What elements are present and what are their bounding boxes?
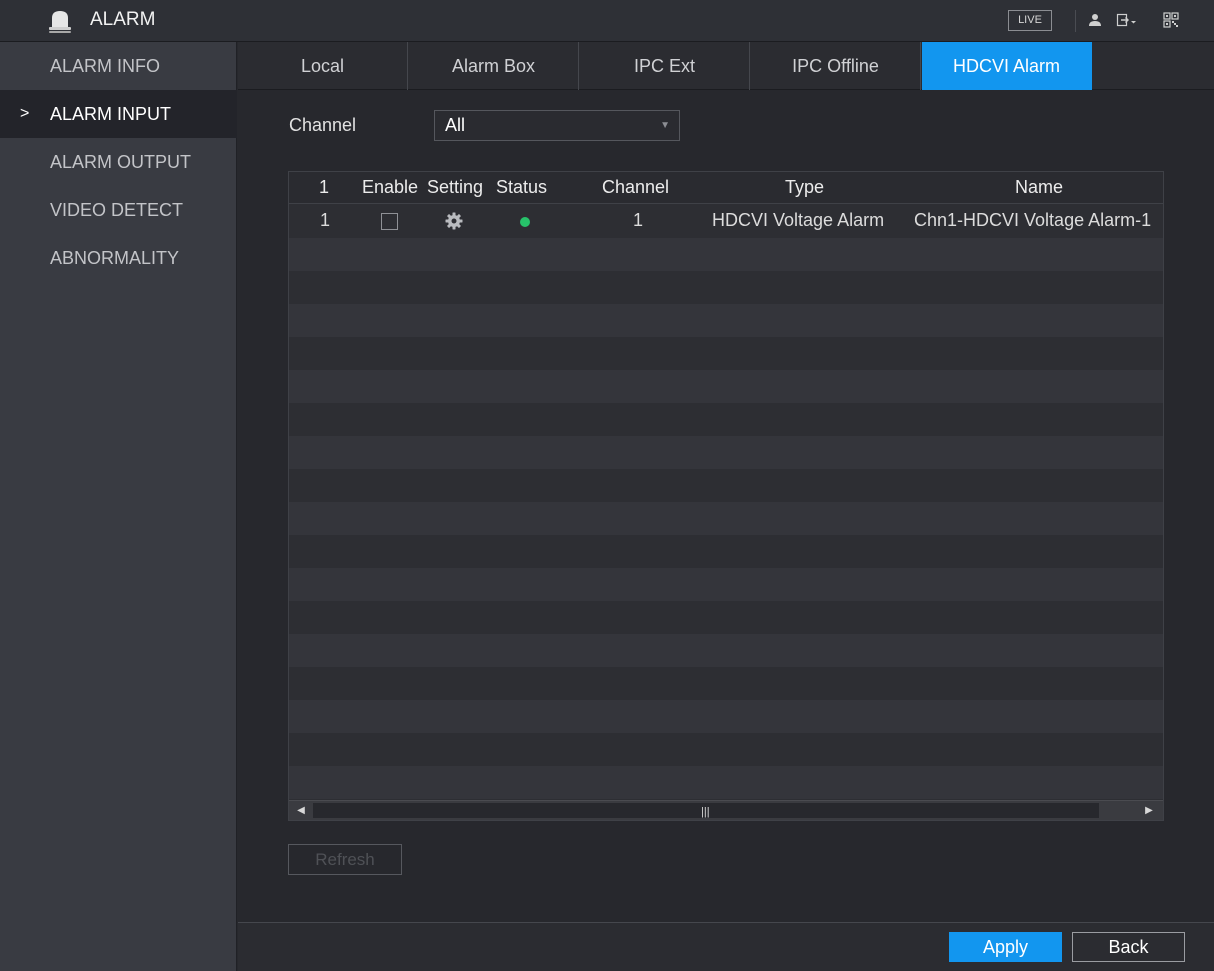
refresh-button[interactable]: Refresh — [288, 844, 402, 875]
table-row-empty — [289, 436, 1163, 469]
apply-button[interactable]: Apply — [949, 932, 1062, 962]
tab-local[interactable]: Local — [238, 42, 408, 90]
back-button[interactable]: Back — [1072, 932, 1185, 962]
enable-checkbox[interactable] — [381, 213, 398, 230]
channel-label: Channel — [289, 115, 357, 135]
live-button[interactable]: LIVE — [1008, 10, 1052, 31]
table-row-empty — [289, 766, 1163, 799]
column-header-type: Type — [785, 177, 825, 197]
title-bar: ALARM LIVE — [0, 0, 1214, 42]
tab-alarm-box[interactable]: Alarm Box — [409, 42, 579, 90]
sidebar-item-video-detect[interactable]: VIDEO DETECT — [0, 186, 237, 234]
row-channel: 1 — [633, 210, 644, 230]
sidebar-item-label: ALARM OUTPUT — [50, 152, 192, 172]
sidebar-item-abnormality[interactable]: ABNORMALITY — [0, 234, 237, 282]
toolbar-divider — [1075, 10, 1076, 32]
tab-ipc-ext[interactable]: IPC Ext — [580, 42, 750, 90]
tab-ipc-offline[interactable]: IPC Offline — [751, 42, 921, 90]
column-header-setting: Setting — [427, 177, 484, 197]
chevron-down-icon: ▼ — [660, 120, 670, 131]
row-name: Chn1-HDCVI Voltage Alarm-1 — [914, 210, 1152, 230]
table-row-empty — [289, 601, 1163, 634]
channel-select-value: All — [445, 115, 466, 135]
sidebar-item-label: ABNORMALITY — [50, 248, 180, 268]
scroll-right-icon[interactable]: ▶ — [1139, 802, 1159, 819]
table-row-empty — [289, 733, 1163, 766]
table-header: 1 Enable Setting Status Channel Type Nam… — [289, 172, 1163, 204]
sidebar-item-label: ALARM INFO — [50, 56, 161, 76]
scroll-left-icon[interactable]: ◀ — [291, 802, 311, 819]
status-indicator — [520, 217, 530, 227]
table-row-empty — [289, 568, 1163, 601]
alarm-bell-icon — [49, 11, 71, 33]
table-row-empty — [289, 238, 1163, 271]
sidebar-item-alarm-input[interactable]: > ALARM INPUT — [0, 90, 237, 138]
row-type: HDCVI Voltage Alarm — [712, 210, 885, 230]
chevron-right-icon: > — [20, 105, 30, 122]
table-row-empty — [289, 304, 1163, 337]
grip-icon: ||| — [701, 806, 710, 818]
table-row-empty — [289, 667, 1163, 700]
table-row-empty — [289, 337, 1163, 370]
table-row-empty — [289, 502, 1163, 535]
table-row-empty — [289, 271, 1163, 304]
horizontal-scrollbar[interactable]: ◀ ||| ▶ — [289, 800, 1163, 820]
row-index: 1 — [320, 210, 331, 230]
gear-icon[interactable] — [445, 212, 463, 230]
sidebar-item-label: ALARM INPUT — [50, 104, 172, 124]
table-row-empty — [289, 634, 1163, 667]
scrollbar-thumb[interactable]: ||| — [313, 803, 1099, 818]
table-row-empty — [289, 700, 1163, 733]
column-header-index: 1 — [319, 177, 330, 197]
table-row[interactable]: 1 1 HDCVI Voltage Alarm Chn1-HDCVI Volta… — [289, 205, 1163, 238]
column-header-channel: Channel — [602, 177, 670, 197]
table-row-empty — [289, 469, 1163, 502]
tab-hdcvi-alarm[interactable]: HDCVI Alarm — [922, 42, 1092, 90]
table-row-empty — [289, 403, 1163, 436]
sidebar: ALARM INFO > ALARM INPUT ALARM OUTPUT VI… — [0, 42, 237, 971]
alarm-input-table: 1 Enable Setting Status Channel Type Nam… — [288, 171, 1164, 821]
sidebar-item-alarm-output[interactable]: ALARM OUTPUT — [0, 138, 237, 186]
column-header-name: Name — [1015, 177, 1064, 197]
footer-bar — [238, 922, 1214, 971]
sidebar-item-label: VIDEO DETECT — [50, 200, 184, 220]
column-header-status: Status — [496, 177, 548, 197]
sidebar-item-alarm-info[interactable]: ALARM INFO — [0, 42, 237, 90]
column-header-enable: Enable — [362, 177, 419, 197]
qr-code-icon[interactable] — [1163, 12, 1179, 28]
logout-icon[interactable] — [1116, 12, 1138, 28]
channel-select[interactable]: All ▼ — [434, 110, 680, 141]
user-icon[interactable] — [1087, 12, 1103, 28]
page-title: ALARM — [90, 9, 156, 30]
tab-bar: Local Alarm Box IPC Ext IPC Offline HDCV… — [238, 42, 1214, 90]
table-row-empty — [289, 535, 1163, 568]
table-row-empty — [289, 370, 1163, 403]
